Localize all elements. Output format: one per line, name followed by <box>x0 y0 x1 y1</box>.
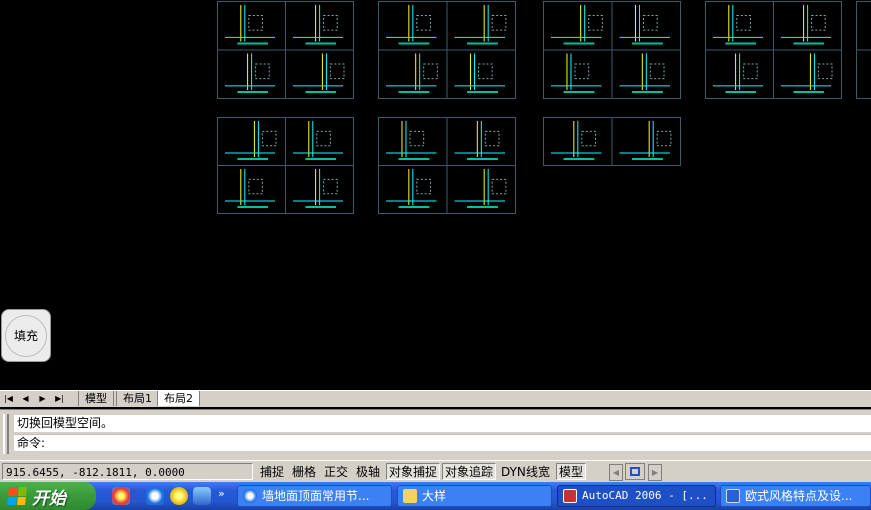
command-window-grip[interactable] <box>3 414 9 454</box>
drawing-sheet <box>378 1 516 99</box>
toggle-lineweight[interactable]: 线宽 <box>523 463 553 480</box>
drawing-sheet <box>217 117 354 214</box>
fill-button[interactable]: 填充 <box>1 309 51 362</box>
toggle-snap[interactable]: 捕捉 <box>257 463 287 480</box>
command-window: 切换回模型空间。 命令: <box>0 409 871 460</box>
scroll-right-icon[interactable]: ▶ <box>648 464 662 481</box>
prev-tab-icon[interactable]: ◀ <box>19 392 32 405</box>
tab-layout2[interactable]: 布局2 <box>157 391 200 406</box>
ie-icon <box>243 489 257 503</box>
start-label: 开始 <box>32 488 66 509</box>
word-icon <box>726 489 740 503</box>
drawing-sheet <box>705 1 842 99</box>
fill-button-label: 填充 <box>5 314 47 357</box>
task-label: 墙地面顶面常用节... <box>262 489 370 503</box>
task-label: 大样 <box>422 489 447 503</box>
drawing-sheets <box>217 1 871 214</box>
toggle-grid[interactable]: 栅格 <box>289 463 319 480</box>
folder-icon <box>403 489 417 503</box>
drawing-canvas[interactable]: 填充 <box>0 0 871 390</box>
toggle-ortho[interactable]: 正交 <box>321 463 351 480</box>
toggle-osnap[interactable]: 对象捕捉 <box>386 463 441 480</box>
task-autocad-window[interactable]: AutoCAD 2006 - [... <box>557 485 716 507</box>
maximize-viewport-icon[interactable] <box>625 463 645 480</box>
drawing-sheet <box>217 1 354 99</box>
toggle-model[interactable]: 模型 <box>556 463 587 480</box>
drawing-sheet <box>378 117 516 214</box>
quicklaunch-app-icon[interactable] <box>112 487 130 505</box>
task-ie-window[interactable]: 墙地面顶面常用节... <box>237 485 392 507</box>
windows-logo-icon <box>7 487 27 505</box>
tab-layout1[interactable]: 布局1 <box>116 391 159 406</box>
drawing-sheet <box>543 1 681 99</box>
first-tab-icon[interactable]: |◀ <box>2 392 15 405</box>
toggle-otrack[interactable]: 对象追踪 <box>442 463 497 480</box>
windows-taskbar: 开始 » 墙地面顶面常用节... 大样 AutoCAD 2006 - [... … <box>0 482 871 510</box>
task-word-window[interactable]: 欧式风格特点及设... <box>720 485 871 507</box>
command-prompt[interactable]: 命令: <box>14 434 871 451</box>
last-tab-icon[interactable]: ▶| <box>53 392 66 405</box>
coordinate-readout: 915.6455, -812.1811, 0.0000 <box>2 463 253 480</box>
quicklaunch-expand-icon[interactable]: » <box>218 487 225 500</box>
autocad-icon <box>563 489 577 503</box>
tab-model[interactable]: 模型 <box>78 391 114 406</box>
toggle-polar[interactable]: 极轴 <box>353 463 383 480</box>
next-tab-icon[interactable]: ▶ <box>36 392 49 405</box>
layout-tab-bar: |◀ ◀ ▶ ▶| 模型 布局1 布局2 <box>0 390 871 407</box>
task-folder-window[interactable]: 大样 <box>397 485 552 507</box>
drawing-sheet <box>543 117 681 166</box>
command-history: 切换回模型空间。 <box>14 415 871 432</box>
drawing-sheet <box>856 1 871 99</box>
start-button[interactable]: 开始 <box>0 482 96 510</box>
task-label: AutoCAD 2006 - [... <box>582 489 708 502</box>
ie-quicklaunch-icon[interactable] <box>146 487 164 505</box>
task-label: 欧式风格特点及设... <box>745 489 853 503</box>
media-quicklaunch-icon[interactable] <box>193 487 211 505</box>
status-bar: 915.6455, -812.1811, 0.0000 捕捉 栅格 正交 极轴 … <box>0 460 871 483</box>
scroll-left-icon[interactable]: ◀ <box>609 464 623 481</box>
quicklaunch-app2-icon[interactable] <box>170 487 188 505</box>
